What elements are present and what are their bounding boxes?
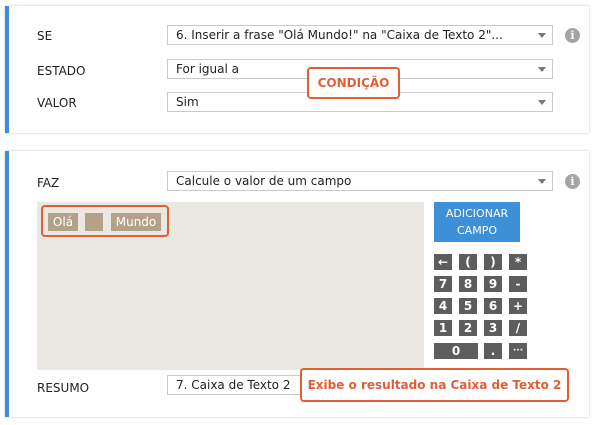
token-mundo[interactable]: Mundo: [111, 213, 161, 231]
key-more[interactable]: ···: [509, 343, 527, 359]
estado-label: ESTADO: [37, 64, 86, 78]
se-select[interactable]: 6. Inserir a frase "Olá Mundo!" na "Caix…: [167, 25, 553, 45]
key-decimal[interactable]: .: [484, 343, 502, 359]
key-open-paren[interactable]: (: [459, 254, 477, 270]
info-icon[interactable]: i: [565, 28, 580, 43]
info-icon[interactable]: i: [565, 174, 580, 189]
key-close-paren[interactable]: ): [484, 254, 502, 270]
chevron-down-icon: [538, 67, 546, 72]
faz-select[interactable]: Calcule o valor de um campo: [167, 171, 553, 191]
formula-editor[interactable]: Olá Mundo: [37, 202, 424, 370]
token-space[interactable]: [85, 213, 103, 231]
key-3[interactable]: 3: [484, 320, 502, 336]
resumo-label: RESUMO: [37, 381, 90, 395]
formula-tokens: Olá Mundo: [41, 205, 169, 237]
add-field-label-line1: ADICIONAR: [445, 207, 509, 220]
se-label: SE: [37, 29, 53, 43]
key-0[interactable]: 0: [434, 343, 478, 359]
chevron-down-icon: [538, 100, 546, 105]
add-field-button[interactable]: ADICIONAR CAMPO: [434, 202, 520, 242]
key-divide[interactable]: /: [509, 320, 527, 336]
key-backspace[interactable]: ←: [434, 254, 452, 270]
faz-label: FAZ: [37, 176, 60, 190]
estado-select-value: For igual a: [176, 62, 239, 76]
se-select-value: 6. Inserir a frase "Olá Mundo!" na "Caix…: [176, 28, 503, 42]
key-2[interactable]: 2: [459, 320, 477, 336]
key-1[interactable]: 1: [434, 320, 452, 336]
key-8[interactable]: 8: [459, 276, 477, 292]
valor-label: VALOR: [37, 96, 77, 110]
key-7[interactable]: 7: [434, 276, 452, 292]
resumo-select-value: 7. Caixa de Texto 2: [176, 378, 291, 392]
faz-select-value: Calcule o valor de um campo: [176, 174, 352, 188]
key-6[interactable]: 6: [484, 298, 502, 314]
key-9[interactable]: 9: [484, 276, 502, 292]
add-field-label-line2: CAMPO: [457, 224, 497, 237]
valor-select-value: Sim: [176, 95, 199, 109]
key-4[interactable]: 4: [434, 298, 452, 314]
resumo-callout: Exibe o resultado na Caixa de Texto 2: [300, 368, 569, 402]
condition-callout: CONDIÇÃO: [307, 67, 400, 99]
key-5[interactable]: 5: [459, 298, 477, 314]
token-ola[interactable]: Olá: [48, 213, 78, 231]
chevron-down-icon: [538, 33, 546, 38]
condition-panel: SE 6. Inserir a frase "Olá Mundo!" na "C…: [5, 6, 589, 133]
key-minus[interactable]: -: [509, 276, 527, 292]
key-multiply[interactable]: *: [509, 254, 527, 270]
chevron-down-icon: [538, 179, 546, 184]
key-plus[interactable]: +: [509, 298, 527, 314]
action-panel: FAZ Calcule o valor de um campo i Olá Mu…: [5, 151, 589, 417]
